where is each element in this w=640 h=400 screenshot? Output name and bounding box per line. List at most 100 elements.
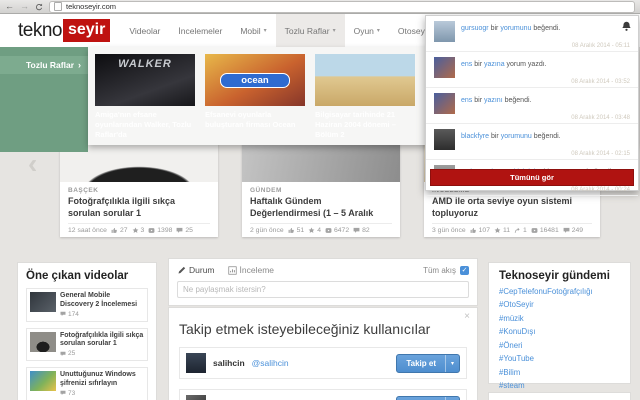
nav-item-label: İncelemeler (178, 25, 223, 36)
status-input[interactable]: Ne paylaşmak istersin? (177, 281, 469, 298)
follow-button[interactable]: Takip et▾ (396, 395, 460, 400)
featured-videos-list: General Mobile Discovery 2 İncelemesi 174… (26, 288, 148, 400)
notification-link[interactable]: ens (461, 97, 472, 104)
follow-button-label: Takip et (406, 358, 436, 368)
mega-menu-item[interactable]: Bilgisayar tarihinde 21 Haziran 2004 dön… (315, 54, 415, 145)
trending-tag[interactable]: #CepTelefonuFotoğrafçılığı (499, 287, 620, 296)
notification-link[interactable]: yorumunu (501, 133, 532, 140)
article-stars-stat: 4 (308, 227, 321, 234)
notification-plain: bir (488, 25, 501, 32)
follow-button[interactable]: Takip et ▾ (396, 353, 460, 373)
comments-icon (176, 227, 183, 233)
carousel-prev-icon[interactable]: ‹ (28, 150, 37, 178)
notification-plain: beğendi. (531, 133, 561, 140)
article-category: GÜNDEM (250, 187, 282, 194)
views-icon (325, 228, 332, 233)
trending-tag[interactable]: #müzik (499, 314, 620, 323)
site-logo[interactable]: tekno seyir (18, 14, 111, 47)
trending-tag[interactable]: #Öneri (499, 341, 620, 350)
forward-icon[interactable]: → (20, 2, 29, 11)
article-stats: 12 saat önce 27 3 1398 25 (68, 223, 210, 234)
next-card-edge (488, 392, 631, 400)
video-title: Unuttuğunuz Windows şifrenizi sıfırlayın (60, 371, 136, 387)
views-icon (531, 228, 538, 233)
notification-link[interactable]: yazını (484, 97, 503, 104)
all-feed-checkbox[interactable]: ✓ (460, 265, 469, 275)
video-list-item[interactable]: General Mobile Discovery 2 İncelemesi 174 (26, 288, 148, 322)
video-comment-count: 25 (68, 350, 76, 357)
sidebar-item-label: Tozlu Raflar (25, 60, 74, 70)
comments-icon (353, 227, 360, 233)
trending-tag[interactable]: #Bilim (499, 368, 620, 377)
notification-link[interactable]: gursuogr (461, 25, 489, 32)
nav-item-mobil[interactable]: Mobil ▾ (231, 14, 275, 47)
video-list-item[interactable]: Fotoğrafçılıkla ilgili sıkça sorulan sor… (26, 327, 148, 361)
browser-toolbar: ← → teknoseyir.com (0, 0, 640, 14)
notification-link[interactable]: yazına (484, 61, 505, 68)
view-all-notifications-button[interactable]: Tümünü gör (430, 169, 634, 186)
notification-item[interactable]: blackfyre bir yorumunu beğendi. (426, 124, 638, 150)
all-feed-label: Tüm akış (423, 265, 456, 275)
article-stars-stat: 11 (494, 227, 510, 234)
reload-icon[interactable] (35, 3, 43, 11)
like-icon (111, 228, 117, 233)
video-thumbnail (30, 371, 56, 391)
nav-item-oyun[interactable]: Oyun ▾ (345, 14, 389, 47)
nav-item-i̇ncelemeler[interactable]: İncelemeler (169, 14, 231, 47)
notifications-dropdown: gursuogr bir yorumunu beğendi. 08 Aralık … (425, 15, 639, 196)
article-card[interactable]: BAŞÇEK Fotoğrafçılıkla ilgili sıkça sorul… (60, 140, 218, 237)
like-icon (288, 228, 294, 233)
article-views-stat: 1398 (148, 227, 172, 234)
back-icon[interactable]: ← (5, 2, 14, 11)
sidebar-item-tozlu-raflar[interactable]: Tozlu Raflar › (0, 56, 88, 74)
article-card[interactable]: GÜNDEM Haftalık Gündem Değerlendirmesi (1… (242, 140, 400, 237)
nav-item-tozlu-raflar[interactable]: Tozlu Raflar ▾ (275, 14, 345, 47)
trending-tag[interactable]: #KonuDışı (499, 327, 620, 336)
trending-title: Teknoseyir gündemi (499, 270, 610, 282)
video-list-item[interactable]: Unuttuğunuz Windows şifrenizi sıfırlayın… (26, 367, 148, 400)
article-category: BAŞÇEK (68, 187, 99, 194)
notification-item[interactable]: ens bir yazına yorum yazdı. (426, 52, 638, 78)
close-icon[interactable]: × (464, 311, 470, 322)
notification-plain: yorum yazdı. (504, 61, 547, 68)
address-bar[interactable]: teknoseyir.com (49, 0, 635, 13)
article-likes-count: 27 (119, 227, 128, 234)
article-card-body: GÜNDEM Haftalık Gündem Değerlendirmesi (1… (242, 182, 400, 220)
notification-link[interactable]: yorumunu (500, 25, 531, 32)
chevron-down-icon[interactable]: ▾ (444, 354, 459, 372)
notification-plain: beğendi. (502, 97, 532, 104)
trending-tag[interactable]: #steam (499, 381, 620, 390)
nav-item-videolar[interactable]: Videolar (120, 14, 169, 47)
notification-item[interactable]: ens bir yazını beğendi. (426, 88, 638, 114)
article-title: Fotoğrafçılıkla ilgili sıkça sorulan sor… (68, 196, 176, 218)
avatar (434, 57, 455, 78)
video-title: General Mobile Discovery 2 İncelemesi (60, 292, 138, 308)
notification-link[interactable]: blackfyre (461, 133, 489, 140)
avatar (186, 395, 206, 400)
tab-durum[interactable]: Durum (177, 265, 215, 275)
notification-item[interactable]: gursuogr bir yorumunu beğendi. (426, 16, 638, 42)
chevron-down-icon[interactable]: ▾ (444, 396, 459, 400)
mega-menu-item[interactable]: WALKER Amiga'nın efsane oyunlarından Walk… (95, 54, 195, 145)
composer-card: Durum İnceleme Tüm akış ✓ Ne paylaşmak iste… (168, 258, 478, 306)
article-comments-count: 249 (571, 227, 584, 234)
article-stars-count: 3 (140, 227, 145, 234)
tab-i̇nceleme[interactable]: İnceleme (227, 265, 274, 275)
trending-tag[interactable]: #YouTube (499, 354, 620, 363)
reload-glyph (36, 3, 43, 10)
mega-menu-item-caption: Bilgisayar tarihinde 21 Haziran 2004 dön… (315, 110, 396, 139)
thumbnail-label: WALKER (118, 58, 172, 70)
comments-icon (563, 227, 570, 233)
notification-plain: beğendi. (531, 25, 561, 32)
video-comments: 73 (60, 390, 144, 397)
page: ← → teknoseyir.com tekno seyir Videolar İ… (0, 0, 640, 400)
article-shares-count: 1 (523, 227, 527, 234)
bell-icon[interactable] (621, 21, 632, 32)
mega-menu-item[interactable]: ocean Efsanevi oyunlarla buluşturan firma… (205, 54, 305, 145)
notification-text: ens bir yazını beğendi. (461, 92, 545, 114)
all-feed-toggle[interactable]: Tüm akış ✓ (423, 265, 469, 275)
video-thumbnail (30, 331, 56, 352)
trending-tag[interactable]: #OtoSeyir (499, 300, 620, 309)
notification-link[interactable]: ens (461, 61, 472, 68)
user-handle[interactable]: @salihcin (252, 358, 289, 368)
